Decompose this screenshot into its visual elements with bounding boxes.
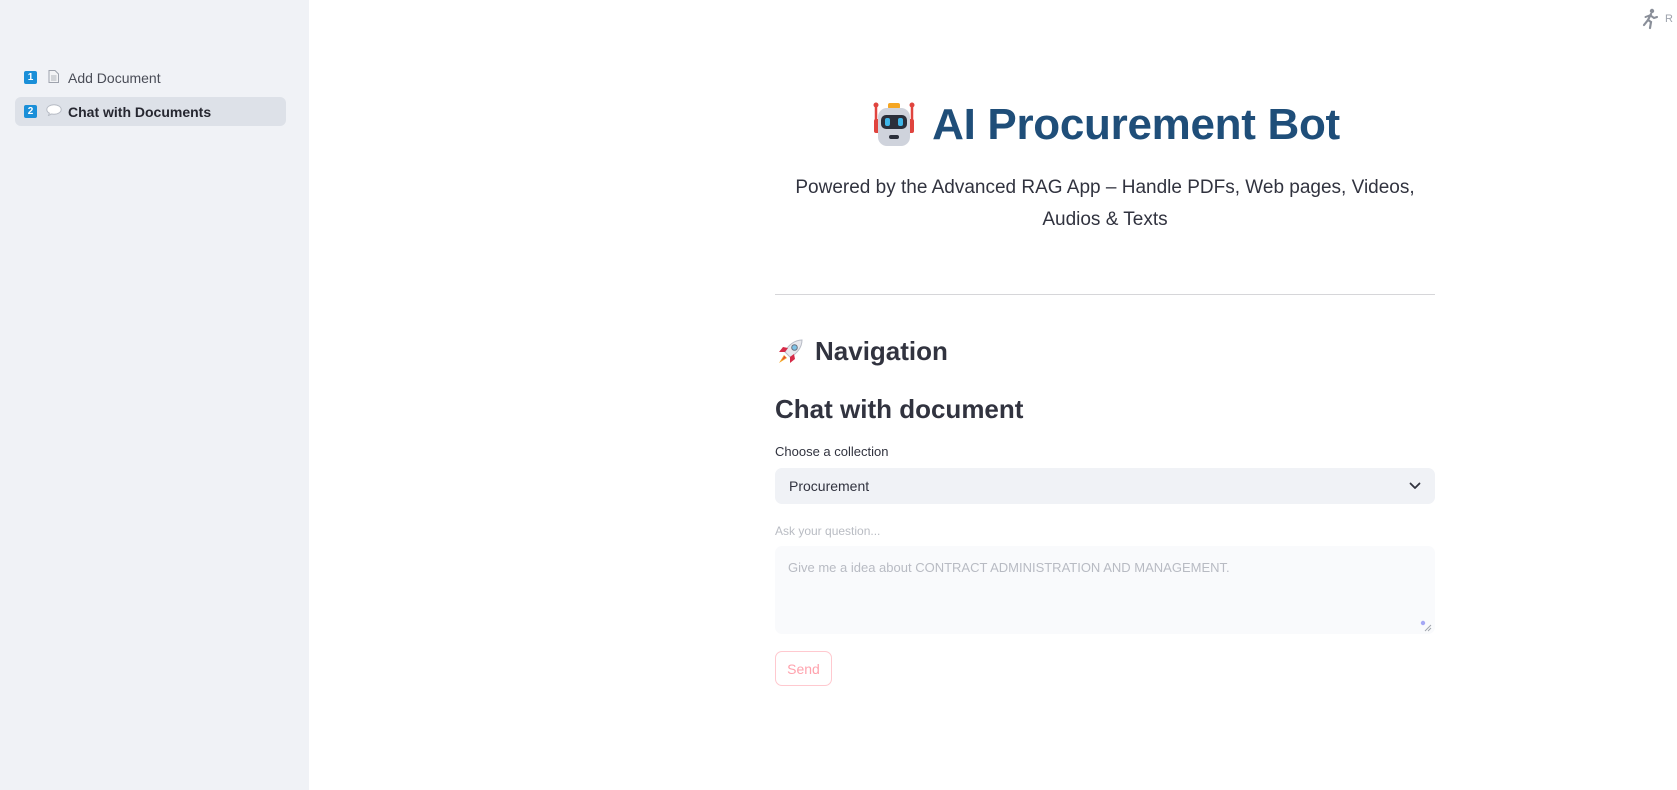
sidebar-item-add-document[interactable]: 1 Add Document	[15, 63, 286, 92]
page-header: AI Procurement Bot	[775, 100, 1435, 150]
sidebar-item-label: Chat with Documents	[68, 103, 212, 120]
send-button[interactable]: Send	[775, 651, 832, 686]
robot-icon	[873, 102, 915, 146]
sidebar-nav: 1 Add Document 2 Chat with Documents	[15, 63, 286, 131]
sidebar-item-label: Add Document	[68, 69, 161, 86]
page-title: AI Procurement Bot	[932, 100, 1340, 149]
running-status-text: R	[1665, 13, 1673, 25]
running-status: R	[1641, 8, 1673, 30]
chevron-down-icon	[1409, 482, 1421, 489]
navigation-heading-text: Navigation	[815, 336, 948, 366]
sidebar-item-chat-with-documents[interactable]: 2 Chat with Documents	[15, 97, 286, 126]
running-man-icon	[1642, 8, 1659, 30]
page-subtitle: Powered by the Advanced RAG App – Handle…	[795, 177, 1415, 230]
nav-number-badge: 1	[24, 71, 37, 84]
collection-select-value: Procurement	[789, 478, 870, 494]
question-label: Ask your question...	[775, 524, 881, 538]
question-input[interactable]	[775, 546, 1435, 634]
collection-label: Choose a collection	[775, 444, 889, 459]
resize-handle-icon[interactable]	[1420, 620, 1432, 632]
divider	[775, 294, 1435, 295]
app-root: 1 Add Document 2 Chat with Documents R A…	[0, 0, 1677, 790]
collection-select[interactable]: Procurement	[775, 468, 1435, 504]
nav-number-badge: 2	[24, 105, 37, 118]
rocket-icon	[779, 338, 803, 363]
chat-heading: Chat with document	[775, 394, 1024, 424]
sidebar: 1 Add Document 2 Chat with Documents	[0, 0, 309, 790]
speech-bubble-icon	[46, 104, 62, 119]
document-icon	[46, 69, 60, 86]
navigation-heading: Navigation	[775, 336, 948, 367]
